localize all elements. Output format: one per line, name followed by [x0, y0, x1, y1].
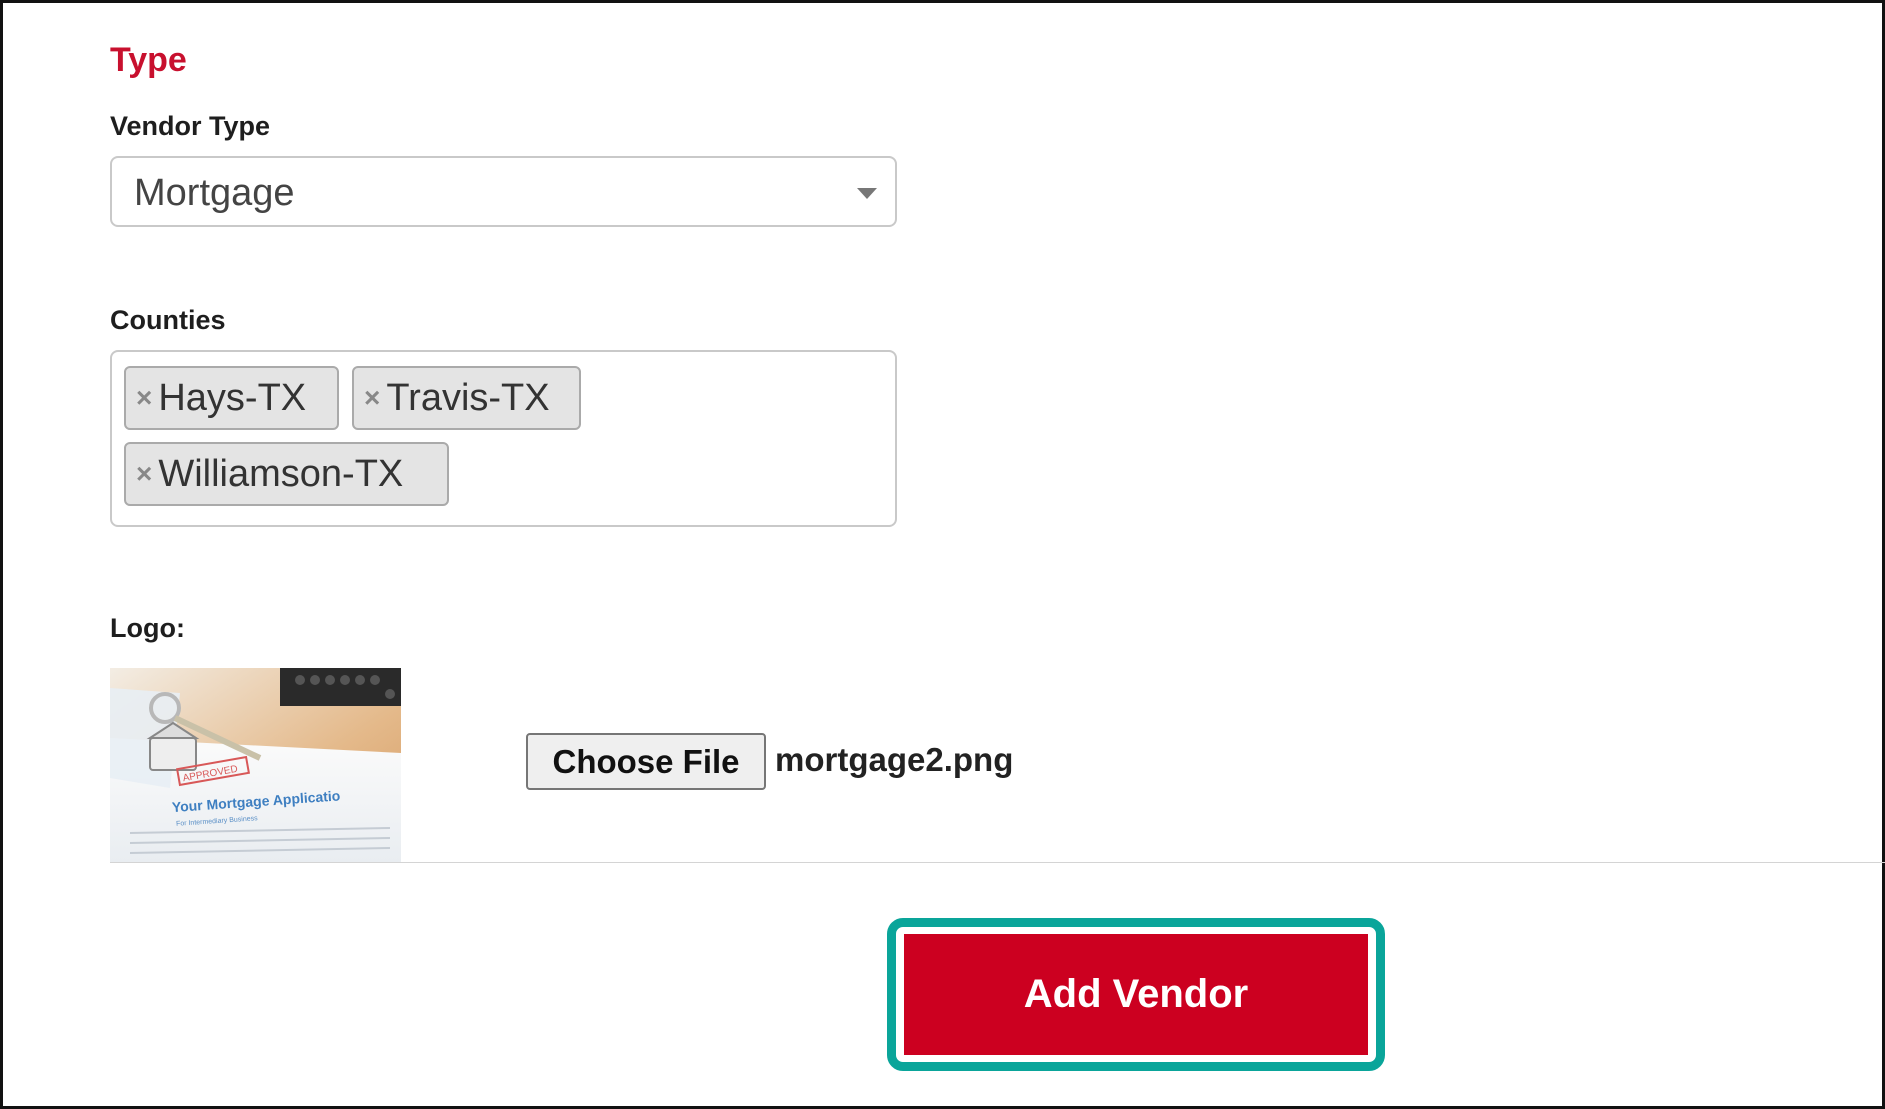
county-tag: × Hays-TX — [124, 366, 339, 430]
add-vendor-button[interactable]: Add Vendor — [904, 934, 1368, 1055]
logo-label: Logo: — [110, 613, 185, 643]
section-divider — [110, 862, 1885, 863]
mortgage-photo-image: APPROVED Your Mortgage Applicatio For In… — [110, 668, 401, 862]
vendor-type-select[interactable]: Mortgage — [110, 156, 897, 227]
vendor-type-label: Vendor Type — [110, 111, 271, 141]
remove-tag-icon[interactable]: × — [136, 460, 152, 488]
remove-tag-icon[interactable]: × — [136, 384, 152, 412]
county-tag: × Travis-TX — [352, 366, 581, 430]
choose-file-button[interactable]: Choose File — [526, 733, 766, 790]
counties-multiselect[interactable]: × Hays-TX × Travis-TX × Williamson-TX — [110, 350, 897, 527]
remove-tag-icon[interactable]: × — [364, 384, 380, 412]
counties-label: Counties — [110, 305, 226, 335]
section-title: Type — [110, 41, 187, 79]
vendor-type-value: Mortgage — [134, 172, 295, 214]
selected-file-name: mortgage2.png — [775, 741, 1014, 778]
chevron-down-icon — [857, 188, 877, 199]
county-tag-label: Travis-TX — [386, 377, 550, 419]
logo-thumbnail: APPROVED Your Mortgage Applicatio For In… — [110, 668, 401, 862]
form-panel: Type Vendor Type Mortgage Counties × Hay… — [0, 0, 1885, 1109]
county-tag-label: Williamson-TX — [158, 453, 404, 495]
county-tag-label: Hays-TX — [158, 377, 307, 419]
county-tag: × Williamson-TX — [124, 442, 449, 506]
